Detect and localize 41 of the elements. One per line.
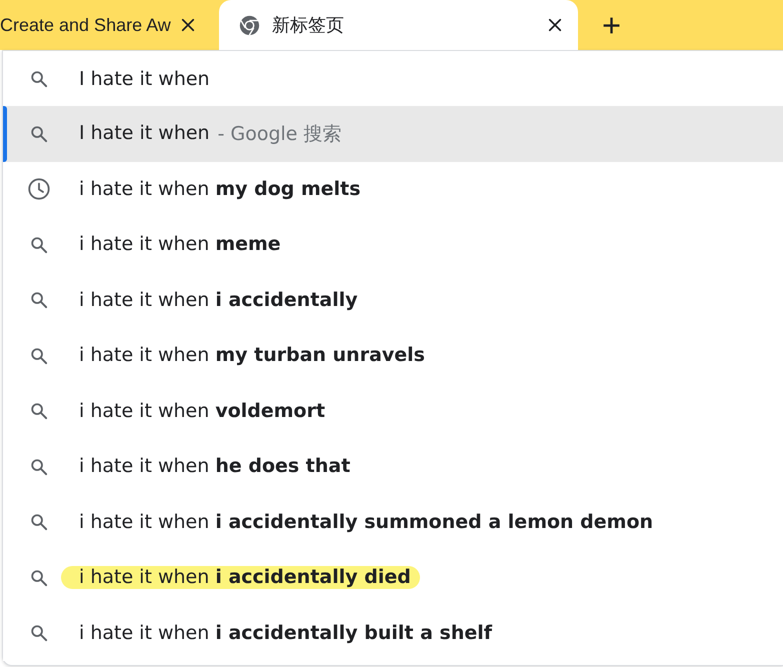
- suggestion-row[interactable]: i hate it when he does that: [3, 439, 783, 494]
- suggestion-row[interactable]: i hate it when my turban unravels: [3, 328, 783, 384]
- suggestion-row[interactable]: i hate it when i accidentally built a shelf: [3, 606, 783, 661]
- clock-icon: [28, 178, 50, 200]
- suggestion-text: i hate it when i accidentally: [79, 288, 358, 312]
- suggestion-text: i hate it when he does that: [79, 455, 350, 478]
- suggestion-row[interactable]: I hate it when - Google 搜索: [3, 106, 783, 162]
- suggestion-text: i hate it when my dog melts: [79, 178, 361, 201]
- suggestion-row[interactable]: i hate it when i accidentally: [3, 272, 783, 328]
- search-engine-suffix: - Google 搜索: [218, 122, 342, 146]
- suggestion-text: i hate it when voldemort: [79, 400, 326, 423]
- search-icon: [30, 513, 48, 532]
- suggestion-text: I hate it when: [79, 122, 210, 146]
- suggestion-row[interactable]: i hate it when meme: [3, 217, 783, 272]
- suggestion-text: i hate it when meme: [79, 233, 281, 256]
- search-icon: [30, 402, 48, 420]
- suggestion-row[interactable]: i hate it when voldemort: [3, 384, 783, 439]
- search-icon: [30, 624, 48, 642]
- search-icon: [30, 236, 48, 254]
- address-input[interactable]: I hate it when: [79, 58, 783, 98]
- close-icon[interactable]: [548, 18, 562, 32]
- tab-title: Create and Share Aw: [0, 14, 171, 36]
- suggestion-row[interactable]: i hate it when i accidentally died: [3, 550, 783, 606]
- search-icon: [30, 291, 48, 310]
- suggestion-text: i hate it when my turban unravels: [79, 344, 425, 368]
- suggestion-row[interactable]: i hate it when my dog melts: [3, 162, 783, 217]
- new-tab-plus-icon[interactable]: [602, 16, 621, 34]
- suggestion-text: i hate it when i accidentally summoned a lemon demon: [79, 510, 654, 534]
- browser-tab[interactable]: 新标签页: [219, 0, 578, 50]
- search-icon: [30, 70, 48, 88]
- suggestion-text: i hate it when i accidentally built a shelf: [79, 622, 492, 645]
- search-icon: [30, 568, 48, 587]
- suggestion-text: i hate it when i accidentally died: [61, 566, 420, 590]
- search-icon: [30, 346, 48, 365]
- browser-tab[interactable]: Create and Share Aw: [0, 0, 209, 50]
- tab-title: 新标签页: [272, 14, 344, 36]
- suggestion-row[interactable]: i hate it when i accidentally summoned a lemon demon: [3, 494, 783, 550]
- search-icon: [30, 458, 48, 476]
- close-icon[interactable]: [181, 18, 195, 32]
- selection-indicator: [3, 106, 7, 162]
- search-icon: [30, 124, 48, 143]
